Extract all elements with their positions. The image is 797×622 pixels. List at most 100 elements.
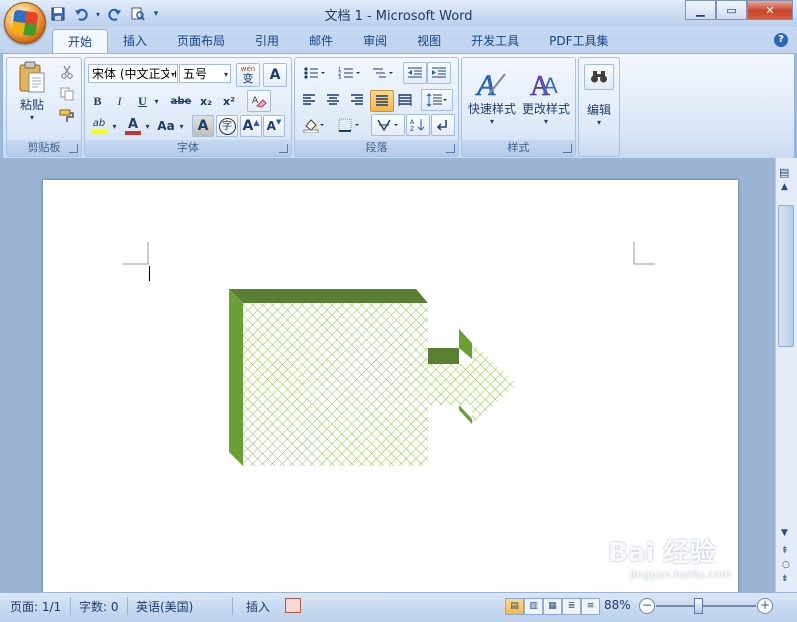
arrow-left-face <box>229 289 243 466</box>
scroll-down-icon[interactable]: ▼ <box>781 528 788 538</box>
phonetic-guide-button[interactable]: wén 变 <box>236 63 260 87</box>
macro-record-icon[interactable] <box>285 598 301 613</box>
zoom-in-icon[interactable]: + <box>757 598 773 614</box>
zoom-level[interactable]: 88% <box>604 598 631 612</box>
grow-font-arrow-icon: ▲ <box>253 117 260 127</box>
font-group: 宋体 (中文正文) ▾ 五号 ▾ wén 变 A B I U ▾ abe x₂ … <box>84 57 292 157</box>
multilevel-list-button[interactable] <box>368 63 398 83</box>
font-name-dropdown-icon: ▾ <box>168 65 175 82</box>
bold-button[interactable]: B <box>88 91 107 111</box>
tab-insert[interactable]: 插入 <box>108 29 162 53</box>
grow-font-label: A <box>242 118 254 134</box>
shrink-font-button[interactable]: A ▼ <box>263 115 285 137</box>
status-language[interactable]: 英语(美国) <box>136 598 193 615</box>
tab-pdf-tools[interactable]: PDF工具集 <box>534 29 623 53</box>
highlight-button[interactable]: ab <box>88 116 110 136</box>
web-layout-icon[interactable]: ▦ <box>543 598 562 615</box>
font-color-dropdown-icon[interactable]: ▾ <box>143 116 152 136</box>
cut-icon[interactable] <box>57 62 77 82</box>
next-page-icon[interactable]: ⇟ <box>781 574 789 584</box>
tab-view[interactable]: 视图 <box>402 29 456 53</box>
document-page[interactable] <box>43 180 738 592</box>
distributed-icon[interactable] <box>394 90 416 110</box>
line-spacing-button[interactable] <box>421 89 453 111</box>
align-right-icon[interactable] <box>346 90 368 110</box>
status-separator <box>232 597 233 615</box>
print-layout-view-icon[interactable]: ▤ <box>505 598 524 615</box>
change-styles-button[interactable]: AA 更改样式 ▾ <box>519 60 573 134</box>
decrease-indent-icon[interactable] <box>403 62 427 84</box>
character-shading-button[interactable]: A <box>192 115 214 137</box>
font-size-combo[interactable]: 五号 ▾ <box>179 64 231 83</box>
draft-view-icon[interactable]: ≡ <box>581 598 600 615</box>
status-page[interactable]: 页面: 1/1 <box>10 598 61 615</box>
show-marks-icon[interactable] <box>431 114 455 136</box>
highlight-dropdown-icon[interactable]: ▾ <box>110 116 119 136</box>
chinese-layout-button[interactable] <box>371 114 405 136</box>
select-browse-object-icon[interactable]: ○ <box>782 560 790 570</box>
font-color-button[interactable]: A <box>123 116 143 136</box>
phonetic-guide-char: 变 <box>242 72 254 85</box>
paragraph-launcher[interactable] <box>446 144 455 153</box>
tab-home[interactable]: 开始 <box>52 29 109 54</box>
styles-launcher[interactable] <box>563 144 572 153</box>
tab-references[interactable]: 引用 <box>240 29 294 53</box>
clear-formatting-icon[interactable]: A <box>247 90 271 112</box>
paste-dropdown-icon: ▾ <box>29 113 34 122</box>
change-case-button[interactable]: Aa <box>155 116 177 136</box>
strikethrough-button[interactable]: abe <box>169 91 193 111</box>
status-word-count[interactable]: 字数: 0 <box>79 598 119 615</box>
tab-review[interactable]: 审阅 <box>348 29 402 53</box>
help-icon[interactable]: ? <box>774 33 788 47</box>
superscript-button[interactable]: x² <box>219 91 239 111</box>
increase-indent-icon[interactable] <box>427 62 451 84</box>
view-ruler-icon[interactable]: ▤ <box>779 166 789 179</box>
zoom-out-icon[interactable]: − <box>639 598 655 614</box>
editing-button[interactable]: 编辑 ▾ <box>581 96 617 132</box>
clipboard-launcher[interactable] <box>69 144 78 153</box>
italic-button[interactable]: I <box>110 91 129 111</box>
full-screen-reading-icon[interactable]: ▥ <box>524 598 543 615</box>
justify-icon[interactable] <box>370 90 394 112</box>
font-group-label: 字体 <box>85 140 291 156</box>
character-border-button[interactable]: A <box>263 63 287 87</box>
zoom-slider-track[interactable] <box>656 605 756 607</box>
quick-styles-button[interactable]: A 快速样式 ▾ <box>465 60 519 134</box>
styles-group: A 快速样式 ▾ AA 更改样式 ▾ 样式 <box>461 57 576 157</box>
bullets-button[interactable] <box>298 63 330 83</box>
highlight-color-bar <box>91 129 107 134</box>
outline-view-icon[interactable]: ≣ <box>562 598 581 615</box>
borders-button[interactable] <box>333 115 365 135</box>
window-title: 文档 1 - Microsoft Word <box>324 9 473 24</box>
enclose-characters-button[interactable]: 字 <box>216 115 238 137</box>
maximize-button[interactable]: ▭ <box>716 0 747 20</box>
underline-button[interactable]: U <box>133 91 152 111</box>
underline-dropdown-icon[interactable]: ▾ <box>152 91 161 111</box>
status-insert-mode[interactable]: 插入 <box>246 598 270 615</box>
shading-button[interactable] <box>298 115 330 135</box>
format-painter-icon[interactable] <box>57 106 77 126</box>
text-cursor <box>149 266 150 281</box>
copy-icon[interactable] <box>57 84 77 104</box>
paste-button[interactable]: 粘贴 ▾ <box>11 60 53 122</box>
grow-font-button[interactable]: A ▲ <box>240 115 262 137</box>
change-case-dropdown-icon[interactable]: ▾ <box>177 116 186 136</box>
tab-mailings[interactable]: 邮件 <box>294 29 348 53</box>
align-left-icon[interactable] <box>298 90 320 110</box>
align-center-icon[interactable] <box>322 90 344 110</box>
vertical-scroll-thumb[interactable] <box>778 205 794 347</box>
close-button[interactable]: ✕ <box>747 0 793 20</box>
tab-page-layout[interactable]: 页面布局 <box>162 29 240 53</box>
font-launcher[interactable] <box>279 144 288 153</box>
zoom-slider-thumb[interactable] <box>694 598 703 614</box>
minimize-button[interactable]: ▁ <box>685 0 716 20</box>
scroll-up-icon[interactable]: ▲ <box>781 182 788 192</box>
font-name-combo[interactable]: 宋体 (中文正文) ▾ <box>88 64 178 83</box>
3d-arrow-shape[interactable] <box>223 285 523 475</box>
sort-icon[interactable]: AZ <box>406 114 430 136</box>
numbering-button[interactable]: 123 <box>333 63 365 83</box>
subscript-button[interactable]: x₂ <box>196 91 216 111</box>
previous-page-icon[interactable]: ⇞ <box>781 546 789 556</box>
tab-developer[interactable]: 开发工具 <box>456 29 534 53</box>
office-button[interactable] <box>4 2 46 44</box>
